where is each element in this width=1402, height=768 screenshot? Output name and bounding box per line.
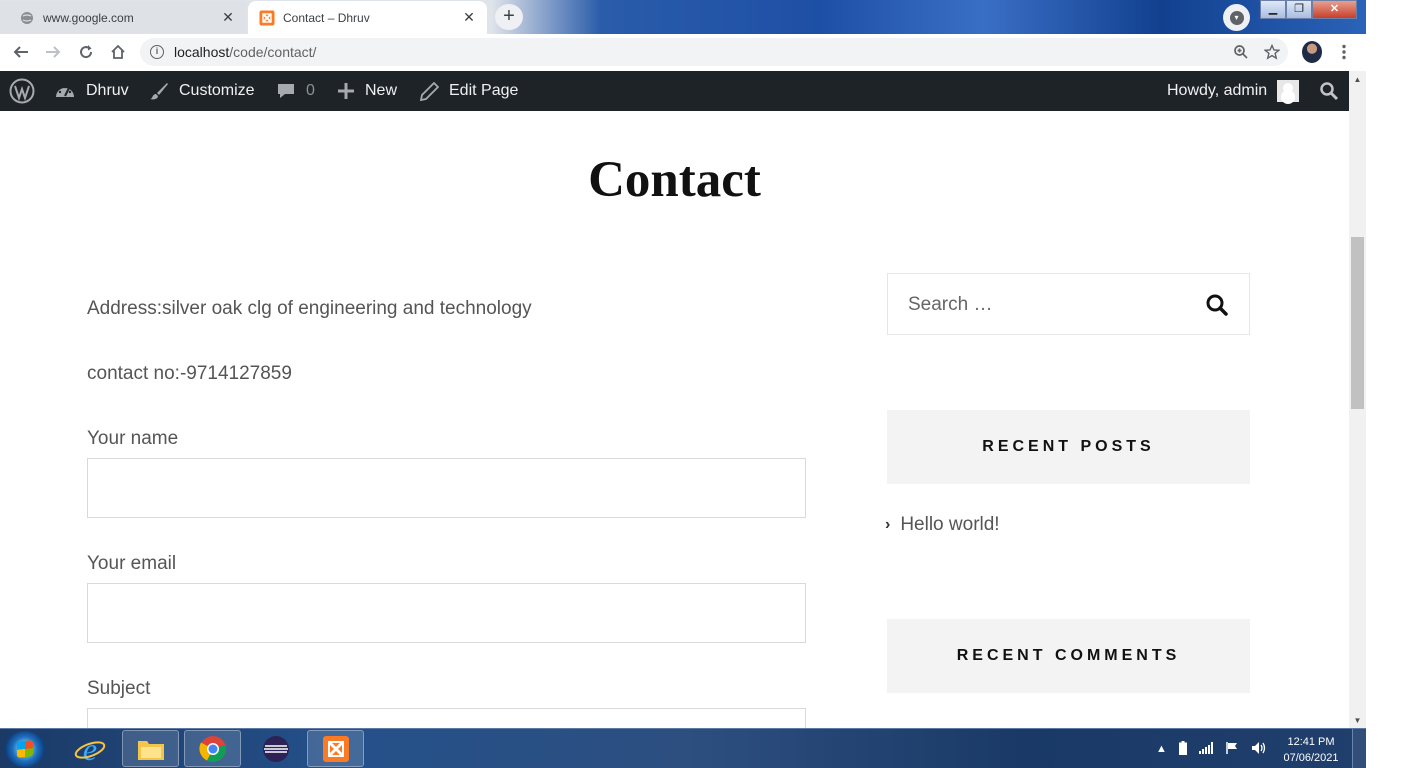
new-tab-button[interactable]: + — [495, 4, 523, 30]
edit-page-link[interactable]: Edit Page — [420, 71, 518, 111]
recent-post-link[interactable]: › Hello world! — [885, 514, 1000, 536]
action-center-flag-icon[interactable] — [1225, 741, 1239, 758]
customize-label: Customize — [179, 82, 255, 99]
recent-post-title: Hello world! — [900, 514, 1000, 535]
desktop-edge — [1366, 0, 1402, 768]
search-placeholder: Search … — [908, 294, 993, 315]
subject-input[interactable] — [87, 708, 806, 728]
screen: www.google.com ✕ Contact – Dhruv ✕ + ▾ ▁… — [0, 0, 1402, 768]
wordpress-logo-icon[interactable] — [9, 71, 45, 111]
taskbar-clock[interactable]: 12:41 PM 07/06/2021 — [1276, 734, 1346, 766]
scroll-up-arrow-icon[interactable]: ▲ — [1349, 75, 1366, 84]
start-button[interactable] — [5, 731, 45, 767]
address-bar[interactable]: i localhost/code/contact/ — [140, 38, 1288, 66]
xampp-taskbar-icon[interactable] — [307, 730, 364, 767]
show-desktop-button[interactable] — [1352, 729, 1366, 768]
bookmark-star-icon[interactable] — [1260, 40, 1284, 64]
howdy-label: Howdy, admin — [1167, 82, 1268, 99]
url-path: /code/contact/ — [229, 44, 317, 60]
scroll-down-arrow-icon[interactable]: ▼ — [1349, 716, 1366, 725]
forward-icon[interactable] — [41, 40, 65, 64]
sidebar-search-input[interactable]: Search … — [887, 273, 1250, 335]
reload-icon[interactable] — [74, 40, 98, 64]
paintbrush-icon — [150, 83, 168, 100]
tab-close-icon[interactable]: ✕ — [216, 9, 240, 26]
minimize-button[interactable]: ▁ — [1260, 0, 1286, 19]
globe-icon — [19, 10, 35, 26]
clock-time: 12:41 PM — [1287, 736, 1335, 748]
internet-explorer-icon[interactable]: e — [61, 730, 118, 767]
maximize-button[interactable]: ❐ — [1286, 0, 1312, 19]
back-icon[interactable] — [9, 40, 33, 64]
close-window-button[interactable]: ✕ — [1312, 0, 1357, 19]
xampp-icon — [259, 10, 275, 26]
window-controls: ▁ ❐ ✕ — [1260, 0, 1357, 20]
edit-page-label: Edit Page — [449, 82, 519, 99]
network-signal-icon[interactable] — [1198, 741, 1213, 757]
name-label: Your name — [87, 428, 179, 449]
url-host: localhost — [174, 44, 230, 60]
tab-google[interactable]: www.google.com ✕ — [0, 1, 246, 34]
recent-comments-heading: RECENT COMMENTS — [887, 619, 1250, 693]
info-icon[interactable]: i — [150, 45, 164, 59]
system-tray: ▲ — [1150, 729, 1273, 768]
comment-icon — [278, 84, 294, 98]
clock-date: 07/06/2021 — [1283, 752, 1339, 764]
browser-toolbar: i localhost/code/contact/ — [0, 34, 1366, 71]
dashboard-icon — [56, 85, 74, 97]
tab-strip: www.google.com ✕ Contact – Dhruv ✕ + ▾ ▁… — [0, 0, 1366, 34]
menu-kebab-icon[interactable] — [1332, 40, 1356, 64]
my-account-menu[interactable]: Howdy, admin — [1167, 71, 1300, 111]
tab-contact[interactable]: Contact – Dhruv ✕ — [248, 1, 487, 34]
volume-icon[interactable] — [1251, 741, 1267, 758]
comments-count: 0 — [306, 82, 315, 99]
subject-label: Subject — [87, 678, 151, 699]
eclipse-icon[interactable] — [247, 730, 304, 767]
zoom-icon[interactable] — [1229, 40, 1253, 64]
chevron-right-icon: › — [885, 516, 891, 533]
page-content: Contact Address:silver oak clg of engine… — [0, 111, 1349, 728]
site-name-menu[interactable]: Dhruv — [54, 71, 129, 111]
home-icon[interactable] — [106, 40, 130, 64]
new-content-menu[interactable]: New — [337, 71, 397, 111]
adminbar-search-icon[interactable] — [1319, 71, 1349, 111]
wp-admin-bar: Dhruv Customize 0 New Edit Page Howdy, a… — [0, 71, 1349, 111]
windows-taskbar: e ▲ 12:41 PM 07/06/2021 — [0, 728, 1366, 768]
url-text: localhost/code/contact/ — [174, 44, 316, 60]
chevron-down-icon: ▾ — [1229, 10, 1244, 25]
user-avatar — [1277, 80, 1300, 102]
name-input[interactable] — [87, 458, 806, 518]
battery-icon[interactable] — [1178, 740, 1187, 758]
tab-title: Contact – Dhruv — [283, 10, 370, 25]
tab-title: www.google.com — [43, 10, 134, 25]
svg-text:e: e — [82, 733, 96, 765]
tab-search-button[interactable]: ▾ — [1223, 4, 1250, 31]
chrome-icon[interactable] — [184, 730, 241, 767]
recent-posts-heading: RECENT POSTS — [887, 410, 1250, 484]
new-label: New — [365, 82, 398, 99]
show-hidden-icons[interactable]: ▲ — [1156, 743, 1167, 755]
site-name: Dhruv — [86, 82, 129, 99]
email-input[interactable] — [87, 583, 806, 643]
email-label: Your email — [87, 553, 177, 574]
file-explorer-icon[interactable] — [122, 730, 179, 767]
comments-link[interactable]: 0 — [276, 71, 315, 111]
pencil-icon — [420, 81, 439, 101]
plus-icon — [338, 83, 354, 99]
contact-number-text: contact no:-9714127859 — [87, 363, 292, 384]
profile-avatar[interactable] — [1302, 41, 1322, 63]
address-text: Address:silver oak clg of engineering an… — [87, 298, 532, 319]
tab-close-icon[interactable]: ✕ — [457, 9, 481, 26]
customize-link[interactable]: Customize — [149, 71, 255, 111]
scrollbar-thumb[interactable] — [1351, 237, 1364, 409]
page-scrollbar[interactable]: ▲ ▼ — [1349, 71, 1366, 728]
search-icon[interactable] — [1205, 293, 1229, 322]
page-title: Contact — [588, 152, 761, 208]
